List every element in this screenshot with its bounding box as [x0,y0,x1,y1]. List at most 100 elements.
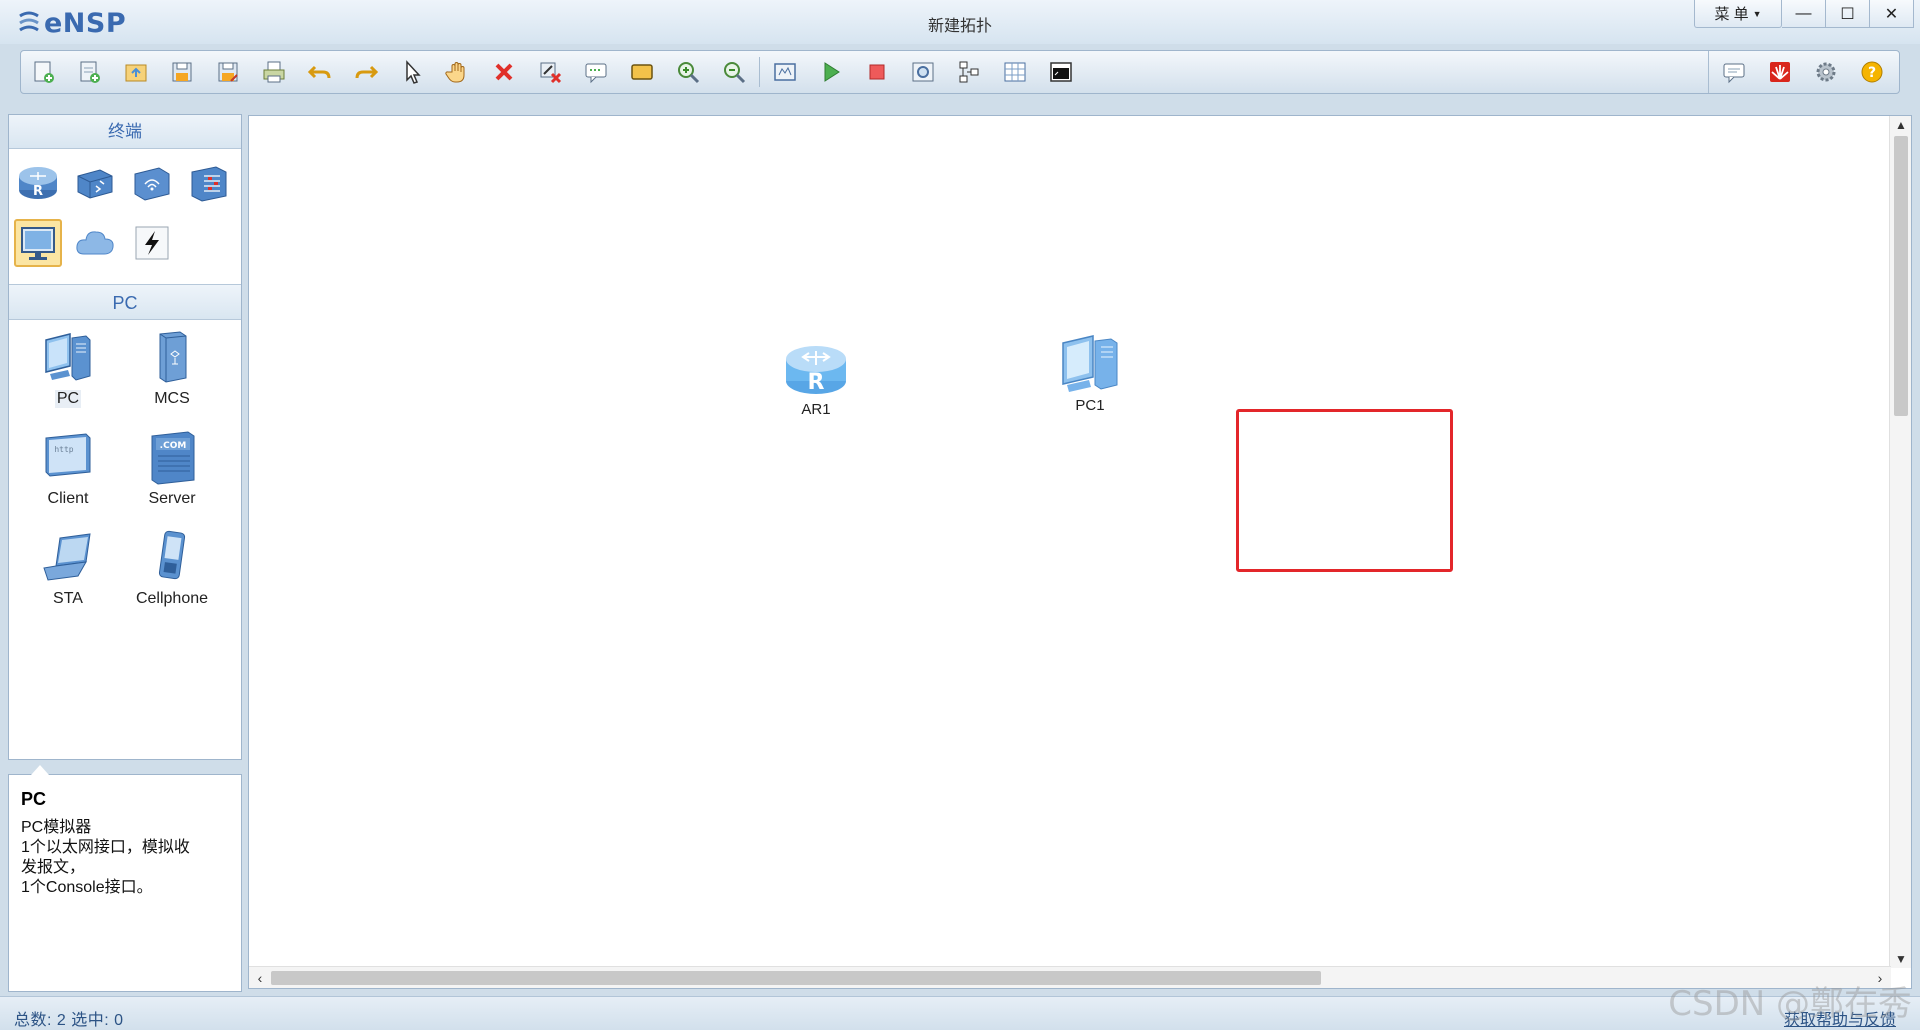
delete-links-icon [540,62,562,84]
device-label-mcs: MCS [154,390,190,407]
topology-canvas[interactable]: R AR1 PC1 ▲ ▼ ‹ › [248,115,1912,989]
category-terminal[interactable] [14,219,62,267]
terminal-button[interactable] [1042,55,1080,89]
svg-text:R: R [33,184,43,199]
grid-button[interactable] [996,55,1034,89]
open-icon [125,64,147,82]
info-line: 发报文， [21,859,86,876]
client-icon: http [45,433,91,477]
cellphone-icon [158,530,186,580]
device-cellphone[interactable]: Cellphone [122,528,222,608]
scroll-left-arrow[interactable]: ‹ [251,967,269,989]
device-list: PC MCS http Client .COM Server STA Cellp… [9,320,241,740]
status-bar: 总数: 2 选中: 0 获取帮助与反馈 [0,996,1920,1030]
svg-text:R: R [808,370,825,395]
sub-category-title: PC [9,284,241,320]
vertical-scrollbar[interactable]: ▲ ▼ [1889,116,1911,968]
category-link[interactable] [128,219,176,267]
save-button[interactable] [163,55,201,89]
undo-button[interactable] [301,55,339,89]
node-label-pc1: PC1 [1075,397,1105,414]
capture-button[interactable] [904,55,942,89]
save-as-icon [218,62,238,82]
category-cloud[interactable] [71,219,119,267]
menu-button[interactable]: 菜 单 ▼ [1694,0,1782,28]
fit-icon [774,63,796,81]
device-info-panel: PC PC模拟器 1个以太网接口，模拟收 发报文， 1个Console接口。 [8,765,242,992]
monitor-icon [21,227,55,260]
node-pc1[interactable]: PC1 [1045,329,1135,414]
undo-icon [307,65,331,79]
info-pointer [31,765,49,775]
zoom-in-icon [678,62,700,84]
maximize-button[interactable]: ☐ [1826,0,1870,28]
huawei-button[interactable] [1761,55,1799,89]
device-pc[interactable]: PC [18,328,118,408]
delete-button[interactable] [485,55,523,89]
wireless-icon [134,167,170,201]
category-router[interactable]: R [14,159,62,207]
mcs-icon [159,331,187,383]
pc-icon [1062,335,1118,392]
hand-icon [445,62,465,83]
category-firewall[interactable] [185,159,233,207]
scroll-up-arrow[interactable]: ▲ [1890,116,1912,134]
router-icon: R [786,346,846,395]
firewall-icon [191,166,227,202]
redo-button[interactable] [347,55,385,89]
horizontal-scrollbar[interactable]: ‹ › [249,966,1891,988]
device-sta[interactable]: STA [18,528,118,608]
stop-button[interactable] [858,55,896,89]
topology-button[interactable] [950,55,988,89]
vertical-scroll-thumb[interactable] [1894,136,1908,416]
router-icon: R [19,167,57,199]
lightning-icon [135,226,169,260]
terminal-icon [1050,62,1072,82]
device-client[interactable]: http Client [18,428,118,508]
huawei-icon [1770,62,1790,82]
text-button[interactable] [577,55,615,89]
text-icon [585,63,607,84]
print-button[interactable] [255,55,293,89]
rectangle-icon [631,64,653,80]
device-mcs[interactable]: MCS [122,328,222,408]
start-button[interactable] [812,55,850,89]
help-button[interactable]: ? [1853,55,1891,89]
drag-button[interactable] [439,55,477,89]
server-icon: .COM [151,431,195,485]
zoom-in-button[interactable] [669,55,707,89]
new-topology-button[interactable] [25,55,63,89]
watermark: CSDN @鄭在秀 [1668,984,1912,1024]
device-label-client: Client [47,490,89,507]
scroll-down-arrow[interactable]: ▼ [1890,950,1912,968]
help-icon: ? [1861,61,1883,83]
info-line: 1个以太网接口，模拟收 [21,839,190,856]
node-ar1[interactable]: R AR1 [771,337,861,418]
device-server[interactable]: .COM Server [122,428,222,508]
category-switch[interactable] [71,159,119,207]
minimize-button[interactable]: — [1782,0,1826,28]
pc-icon [45,333,91,381]
device-label-server: Server [148,490,196,507]
close-button[interactable]: ✕ [1870,0,1914,28]
shape-button[interactable] [623,55,661,89]
svg-text:?: ? [1868,65,1876,81]
settings-button[interactable] [1807,55,1845,89]
new-test-button[interactable] [71,55,109,89]
horizontal-scroll-thumb[interactable] [271,971,1321,985]
palette-title: 终端 [9,115,241,149]
fit-button[interactable] [766,55,804,89]
delete-icon [495,63,513,81]
zoom-out-icon [724,62,746,84]
new-test-icon [80,61,100,83]
open-button[interactable] [117,55,155,89]
toolbar-separator [759,57,760,87]
forum-button[interactable] [1715,55,1753,89]
select-button[interactable] [393,55,431,89]
device-label-sta: STA [53,590,83,607]
category-wlan[interactable] [128,159,176,207]
cloud-icon [76,231,114,255]
zoom-out-button[interactable] [715,55,753,89]
save-as-button[interactable] [209,55,247,89]
delete-links-button[interactable] [531,55,569,89]
